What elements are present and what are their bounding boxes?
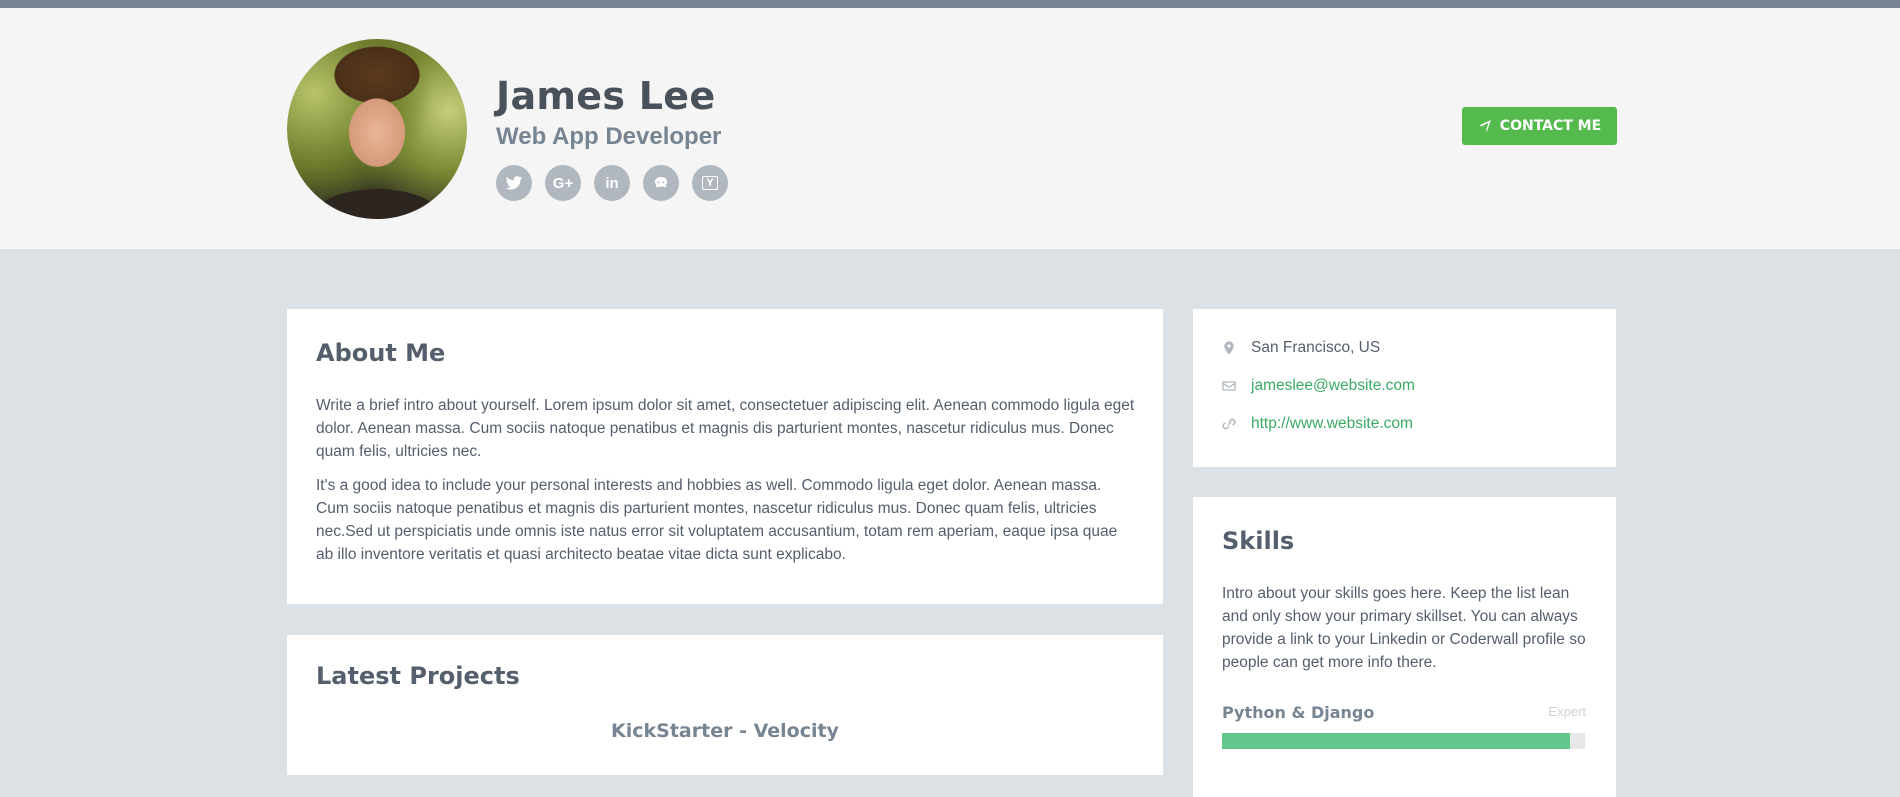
skill-progress-bar — [1222, 733, 1585, 749]
website-link[interactable]: http://www.website.com — [1251, 415, 1413, 433]
contact-me-button[interactable]: CONTACT ME — [1462, 107, 1617, 145]
about-paragraph-2: It's a good idea to include your persona… — [316, 477, 1118, 563]
website-row: http://www.website.com — [1221, 415, 1413, 433]
profile-name: James Lee — [496, 74, 716, 118]
email-row: jameslee@website.com — [1221, 377, 1415, 395]
map-marker-icon — [1224, 341, 1234, 355]
link-icon — [1222, 418, 1236, 430]
contact-info-card: San Francisco, US jameslee@website.com h… — [1193, 309, 1616, 467]
skill-name: Python & Django — [1222, 703, 1375, 722]
envelope-icon — [1222, 381, 1236, 391]
paper-plane-icon — [1478, 120, 1491, 132]
skill-progress-fill — [1222, 733, 1571, 749]
about-me-heading: About Me — [316, 339, 446, 367]
google-plus-icon[interactable]: G+ — [545, 165, 581, 201]
twitter-icon[interactable] — [496, 165, 532, 201]
location-row: San Francisco, US — [1221, 339, 1380, 357]
location-text: San Francisco, US — [1251, 339, 1381, 356]
latest-projects-heading: Latest Projects — [316, 662, 520, 690]
skills-card: Skills Intro about your skills goes here… — [1193, 497, 1616, 797]
linkedin-icon[interactable]: in — [594, 165, 630, 201]
project-title[interactable]: KickStarter - Velocity — [287, 720, 1163, 742]
about-paragraph-1: Write a brief intro about yourself. Lore… — [316, 397, 1135, 460]
about-me-card: About Me Write a brief intro about yours… — [287, 309, 1163, 604]
top-accent-bar — [0, 0, 1900, 8]
contact-me-label: CONTACT ME — [1499, 118, 1602, 134]
github-icon[interactable] — [643, 165, 679, 201]
profile-header: James Lee Web App Developer G+ in Y CONT… — [0, 8, 1900, 249]
social-links: G+ in Y — [496, 165, 728, 201]
skill-level: Expert — [1548, 704, 1586, 719]
hacker-news-icon[interactable]: Y — [692, 165, 728, 201]
skills-heading: Skills — [1222, 527, 1295, 555]
skills-intro: Intro about your skills goes here. Keep … — [1222, 585, 1586, 671]
latest-projects-card: Latest Projects KickStarter - Velocity — [287, 635, 1163, 775]
profile-avatar — [287, 39, 467, 219]
email-link[interactable]: jameslee@website.com — [1251, 377, 1415, 395]
profile-title: Web App Developer — [496, 123, 722, 150]
